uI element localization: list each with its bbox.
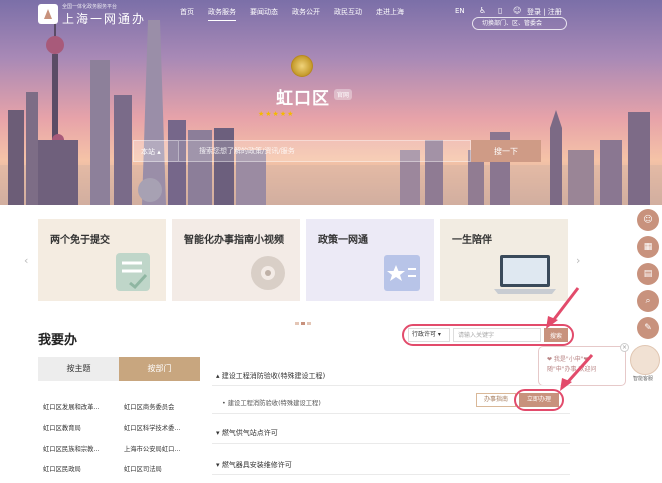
logo-subtitle: 全国一体化政务服务平台: [62, 4, 118, 10]
handle-now-button[interactable]: 立即办理: [519, 393, 559, 407]
service-subitem[interactable]: • 建设工程消防验收(特殊建设工程): [222, 398, 321, 407]
official-badge: 官网: [334, 89, 353, 100]
divider: [212, 385, 570, 386]
nav-news[interactable]: 要闻动态: [250, 7, 278, 21]
dept-item[interactable]: 虹口区发展和改革…: [43, 402, 123, 411]
service-item-label: 建设工程消防验收(特殊建设工程): [221, 372, 326, 380]
view-tabs: 按主题 按部门: [38, 357, 200, 381]
filter-search-button[interactable]: 搜索: [544, 328, 568, 342]
logo-icon[interactable]: [38, 4, 58, 24]
carousel-prev-icon[interactable]: ‹: [24, 254, 28, 267]
card-lifetime-companion[interactable]: 一生陪伴: [440, 219, 568, 301]
accessibility-icon[interactable]: ♿: [479, 6, 487, 15]
tab-by-theme[interactable]: 按主题: [38, 357, 119, 381]
divider: [212, 413, 570, 414]
carousel-next-icon[interactable]: ›: [576, 254, 580, 267]
bubble-line2: 随"申"办事 欢迎问: [547, 366, 597, 373]
laptop-icon: [494, 255, 556, 294]
float-user-icon[interactable]: ☺: [637, 209, 659, 231]
service-item-label: 燃气器具安装维修许可: [221, 461, 292, 469]
float-calendar-icon[interactable]: ▦: [637, 236, 659, 258]
video-disc-icon: [251, 256, 285, 290]
dept-item[interactable]: 虹口区科学技术委…: [124, 423, 204, 432]
service-item-title[interactable]: ▴ 建设工程消防验收(特殊建设工程): [216, 371, 325, 381]
dept-item[interactable]: 虹口区司法局: [124, 464, 204, 473]
search-scope-label: 本站: [141, 148, 155, 156]
top-bar: 全国一体化政务服务平台 上海一网通办 首页 政务服务 要闻动态 政务公开 政民互…: [0, 0, 662, 30]
keyword-input[interactable]: [453, 328, 541, 342]
bubble-line1: ❤ 我是"小申"❤: [547, 356, 589, 363]
permit-type-select[interactable]: 行政许可 ▾: [408, 328, 450, 342]
star-document-icon: [384, 255, 420, 291]
search-scope-select[interactable]: 本站 ▴: [133, 140, 178, 162]
nav-gov-open[interactable]: 政务公开: [292, 7, 320, 21]
language-toggle[interactable]: EN: [455, 7, 465, 15]
divider: [212, 443, 570, 444]
service-item-label: 燃气供气站点许可: [221, 429, 278, 437]
main-nav: 首页 政务服务 要闻动态 政务公开 政民互动 走进上海: [180, 7, 418, 21]
district-emblem-icon: [291, 55, 313, 77]
dept-item[interactable]: 虹口区商务委员会: [124, 402, 204, 411]
hero-search-input[interactable]: [178, 140, 471, 162]
service-item-title[interactable]: ▾ 燃气供气站点许可: [216, 428, 278, 438]
divider: [212, 474, 570, 475]
page: 全国一体化政务服务平台 上海一网通办 首页 政务服务 要闻动态 政务公开 政民互…: [0, 0, 662, 483]
user-icon[interactable]: ☺: [513, 6, 521, 15]
nav-gov-services[interactable]: 政务服务: [208, 7, 236, 21]
float-search-icon[interactable]: ⌕: [637, 290, 659, 312]
service-item-title[interactable]: ▾ 燃气器具安装维修许可: [216, 460, 292, 470]
district-title: 虹口区: [276, 89, 330, 109]
nav-home[interactable]: 首页: [180, 7, 194, 21]
skyline-image: [0, 10, 662, 205]
carousel-dots: [295, 322, 311, 325]
login-register-link[interactable]: 登录 | 注册: [527, 7, 562, 17]
dept-item[interactable]: 上海市公安局虹口…: [124, 444, 204, 453]
checklist-icon: [116, 253, 150, 291]
nav-about-shanghai[interactable]: 走进上海: [376, 7, 404, 21]
hero-search: 本站 ▴ 搜一下: [133, 140, 541, 162]
section-title: 我要办: [38, 333, 78, 348]
card-policy-portal[interactable]: 政策一网通: [306, 219, 434, 301]
region-switch-button[interactable]: 切换部门、区、管委会: [472, 17, 567, 30]
logo-title[interactable]: 上海一网通办: [62, 10, 146, 27]
card-smart-guide-video[interactable]: 智能化办事指南小视频: [172, 219, 300, 301]
bubble-close-icon[interactable]: ×: [620, 343, 629, 352]
ai-assistant-label: 智能客服: [633, 376, 654, 382]
card-two-exemptions[interactable]: 两个免于提交: [38, 219, 166, 301]
service-subitem-label: 建设工程消防验收(特殊建设工程): [227, 400, 321, 407]
ai-assistant-avatar[interactable]: [630, 345, 660, 375]
guide-button[interactable]: 办事指南: [476, 393, 516, 407]
assistant-bubble: ❤ 我是"小申"❤ 随"申"办事 欢迎问 ×: [538, 343, 629, 386]
nav-interaction[interactable]: 政民互动: [334, 7, 362, 21]
rating-stars-icon: ★★★★★: [258, 110, 295, 118]
tab-by-department[interactable]: 按部门: [119, 357, 200, 381]
float-document-icon[interactable]: ▤: [637, 263, 659, 285]
card-title: 一生陪伴: [452, 235, 492, 246]
dept-item[interactable]: 虹口区民政局: [43, 464, 123, 473]
hero-banner: 全国一体化政务服务平台 上海一网通办 首页 政务服务 要闻动态 政务公开 政民互…: [0, 0, 662, 205]
card-title: 智能化办事指南小视频: [184, 235, 284, 246]
dept-item[interactable]: 虹口区教育局: [43, 423, 123, 432]
permit-type-label: 行政许可: [412, 331, 437, 338]
card-title: 政策一网通: [318, 235, 368, 246]
mobile-icon[interactable]: ▯: [498, 6, 506, 15]
hero-search-button[interactable]: 搜一下: [471, 140, 541, 162]
dept-item[interactable]: 虹口区民族和宗教…: [43, 444, 123, 453]
card-title: 两个免于提交: [50, 235, 110, 246]
float-edit-icon[interactable]: ✎: [637, 317, 659, 339]
